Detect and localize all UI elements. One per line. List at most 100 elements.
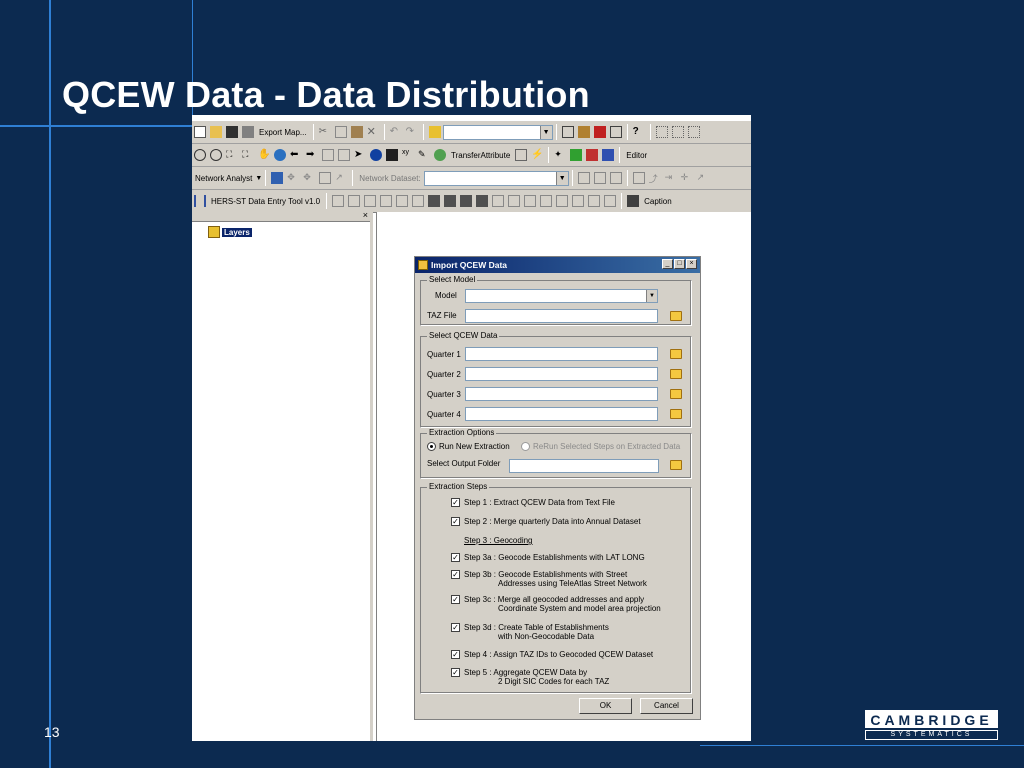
measure-icon[interactable]: ✎ [418, 149, 430, 161]
go-to-xy-icon[interactable]: xy [402, 149, 414, 161]
quarter-3-input[interactable] [465, 387, 658, 401]
flag-green-icon[interactable] [570, 149, 583, 161]
quarter-2-input[interactable] [465, 367, 658, 381]
flag-red-icon[interactable] [586, 149, 599, 161]
order-icon[interactable] [604, 195, 617, 207]
edit-tool-icon[interactable]: ⇥ [665, 172, 677, 184]
dialog-title-bar[interactable]: Import QCEW Data [415, 257, 700, 273]
arctoolbox-red-icon[interactable] [593, 126, 606, 138]
edit-tool-icon[interactable]: ↗ [697, 172, 709, 184]
order-icon[interactable] [556, 195, 569, 207]
distribute-icon[interactable] [444, 195, 457, 207]
order-icon[interactable] [524, 195, 537, 207]
order-icon[interactable] [588, 195, 601, 207]
grid-tool-icon[interactable] [593, 172, 606, 184]
pan-hand-icon[interactable]: ✋ [258, 149, 270, 161]
chevron-down-icon[interactable]: ▼ [646, 290, 657, 302]
step-checkbox[interactable]: ✓ [451, 570, 460, 579]
quarter-4-input[interactable] [465, 407, 658, 421]
extraction-step[interactable]: ✓ Step 4 : Assign TAZ IDs to Geocoded QCE… [451, 650, 653, 659]
add-data-icon[interactable] [428, 126, 441, 138]
browse-folder-icon[interactable] [670, 369, 682, 379]
identify-icon[interactable] [370, 149, 382, 161]
table-icon[interactable] [602, 149, 615, 161]
distribute-icon[interactable] [460, 195, 473, 207]
edit-tool-icon[interactable]: ✛ [681, 172, 693, 184]
build-network-icon[interactable] [319, 172, 332, 184]
extraction-step[interactable]: ✓ Step 1 : Extract QCEW Data from Text Fi… [451, 498, 615, 507]
chevron-down-icon[interactable]: ▼ [539, 125, 552, 139]
ok-button[interactable]: OK [579, 698, 632, 714]
output-folder-input[interactable] [509, 459, 659, 473]
arctoolbox-icon[interactable] [577, 126, 590, 138]
network-move-icon[interactable]: ✥ [303, 172, 315, 184]
editor-menu[interactable]: Editor [623, 151, 650, 160]
forward-arrow-icon[interactable]: ➡ [306, 149, 318, 161]
edit-tool-icon[interactable]: ⤴ [649, 172, 661, 184]
model-select[interactable]: ▼ [465, 289, 658, 303]
step-checkbox[interactable]: ✓ [451, 595, 460, 604]
layout-tool-icon[interactable] [687, 126, 700, 138]
step-checkbox[interactable]: ✓ [451, 517, 460, 526]
save-icon[interactable] [226, 126, 238, 138]
find-binoculars-icon[interactable] [386, 149, 398, 161]
cut-icon[interactable]: ✂ [319, 126, 331, 138]
align-middle-icon[interactable] [396, 195, 409, 207]
browse-folder-icon[interactable] [670, 389, 682, 399]
extraction-step[interactable]: ✓ Step 3a : Geocode Establishments with L… [451, 553, 645, 562]
extraction-step[interactable]: ✓ Step 3d : Create Table of Establishment… [451, 623, 609, 641]
command-line-icon[interactable] [609, 126, 622, 138]
network-tool-icon[interactable] [515, 149, 528, 161]
map-scale-combo[interactable]: ▼ [442, 124, 553, 140]
editor-toolbar-icon[interactable] [561, 126, 574, 138]
toc-layers-item[interactable]: Layers [206, 226, 252, 238]
chevron-down-icon[interactable]: ▼ [255, 175, 262, 182]
chevron-down-icon[interactable]: ▼ [555, 171, 568, 185]
network-location-icon[interactable]: ✥ [287, 172, 299, 184]
step-checkbox[interactable]: ✓ [451, 498, 460, 507]
order-icon[interactable] [572, 195, 585, 207]
grid-tool-icon[interactable] [577, 172, 590, 184]
cancel-button[interactable]: Cancel [640, 698, 693, 714]
taz-file-input[interactable] [465, 309, 658, 323]
layout-tool-icon[interactable] [671, 126, 684, 138]
extraction-step[interactable]: ✓ Step 2 : Merge quarterly Data into Annu… [451, 517, 641, 526]
radio-unselected[interactable] [521, 442, 530, 451]
browse-folder-icon[interactable] [670, 311, 682, 321]
hers-st-data-entry-tool[interactable]: HERS-ST Data Entry Tool v1.0 [208, 197, 323, 206]
whats-this-help-icon[interactable]: ? [633, 126, 645, 138]
select-elements-icon[interactable]: ➤ [354, 149, 366, 161]
close-icon[interactable]: × [686, 259, 697, 269]
grid-tool-icon[interactable] [609, 172, 622, 184]
browse-folder-icon[interactable] [670, 460, 682, 470]
align-right-icon[interactable] [364, 195, 377, 207]
layout-tool-icon[interactable] [655, 126, 668, 138]
align-left-icon[interactable] [332, 195, 345, 207]
order-icon[interactable] [540, 195, 553, 207]
group-icon[interactable] [492, 195, 505, 207]
distribute-icon[interactable] [428, 195, 441, 207]
step-checkbox[interactable]: ✓ [451, 553, 460, 562]
zoom-out-icon[interactable] [210, 149, 222, 161]
hers-tool-icon[interactable] [194, 195, 206, 207]
align-center-icon[interactable] [348, 195, 361, 207]
rerun-steps-radio[interactable]: ReRun Selected Steps on Extracted Data [521, 442, 680, 451]
delete-icon[interactable]: ✕ [367, 126, 379, 138]
distribute-icon[interactable] [476, 195, 489, 207]
step-checkbox[interactable]: ✓ [451, 650, 460, 659]
solve-icon[interactable]: ↗ [335, 172, 347, 184]
run-new-extraction-radio[interactable]: Run New Extraction [427, 442, 510, 451]
copy-icon[interactable] [334, 126, 347, 138]
zoom-in-icon[interactable] [194, 149, 206, 161]
network-analyst-window-icon[interactable] [271, 172, 284, 184]
transfer-attribute-icon[interactable] [434, 149, 446, 161]
step-checkbox[interactable]: ✓ [451, 623, 460, 632]
align-top-icon[interactable] [380, 195, 393, 207]
clear-selection-icon[interactable] [338, 149, 350, 161]
radio-selected[interactable] [427, 442, 436, 451]
paste-icon[interactable] [350, 126, 363, 138]
caption-icon[interactable] [627, 195, 640, 207]
open-folder-icon[interactable] [210, 126, 222, 138]
fixed-zoom-out-icon[interactable]: ⛶ [242, 149, 254, 161]
maximize-icon[interactable]: □ [674, 259, 685, 269]
